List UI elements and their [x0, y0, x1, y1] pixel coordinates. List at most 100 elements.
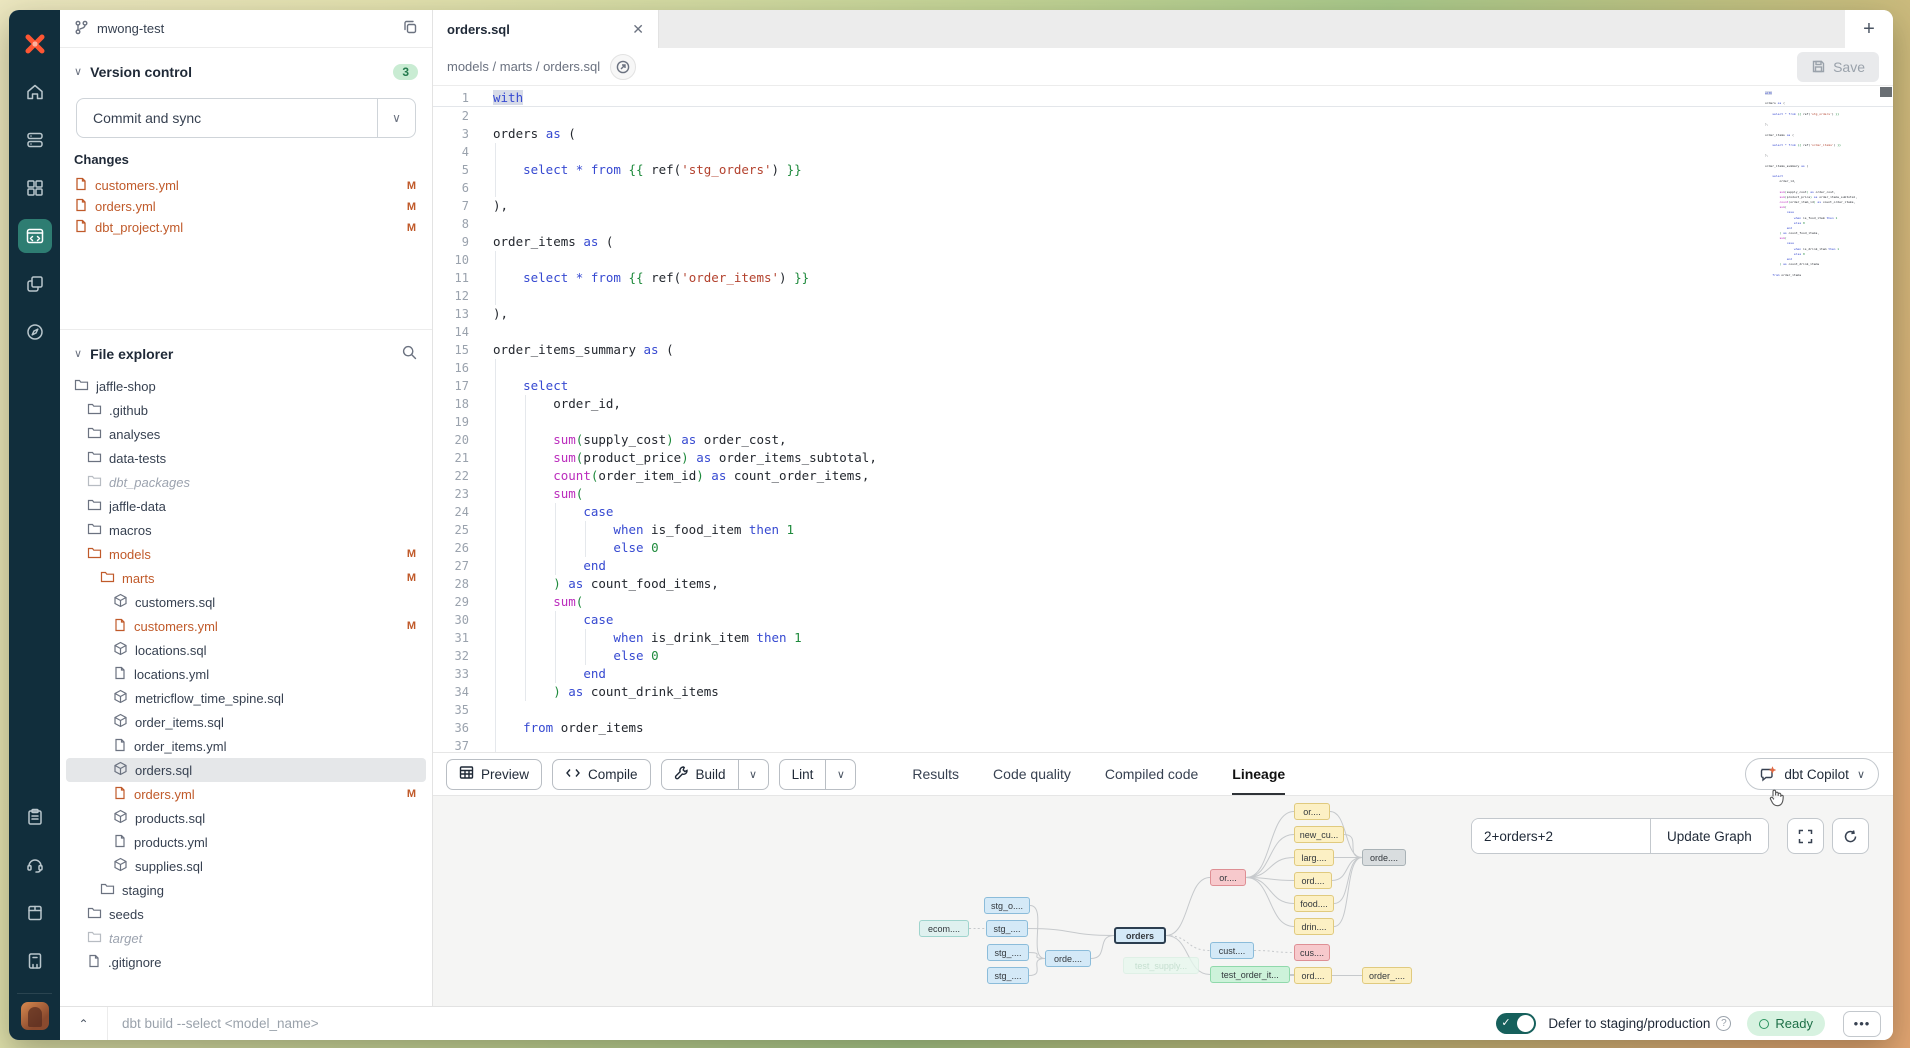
collapse-chevron-icon[interactable]: ∨	[74, 65, 82, 78]
code-line-13[interactable]: 13),	[433, 305, 1893, 323]
support-headset-icon[interactable]	[18, 848, 52, 882]
compile-button[interactable]: Compile	[552, 759, 651, 790]
explore-compass-icon[interactable]	[18, 315, 52, 349]
changed-file-row[interactable]: dbt_project.ymlM	[74, 217, 418, 238]
save-button[interactable]: Save	[1797, 52, 1879, 82]
more-options-button[interactable]: •••	[1843, 1011, 1881, 1037]
lineage-node-cust[interactable]: cust....	[1210, 942, 1254, 959]
code-line-19[interactable]: 19	[433, 413, 1893, 431]
lineage-node-stg2[interactable]: stg_....	[986, 920, 1028, 937]
code-line-3[interactable]: 3orders as (	[433, 125, 1893, 143]
lineage-node-orders[interactable]: orders	[1114, 927, 1166, 944]
lineage-node-yfar[interactable]: order_....	[1362, 967, 1412, 984]
copy-branch-icon[interactable]	[402, 19, 418, 38]
preview-button[interactable]: Preview	[446, 759, 542, 790]
code-line-36[interactable]: 36 from order_items	[433, 719, 1893, 737]
changed-file-row[interactable]: orders.ymlM	[74, 196, 418, 217]
tab-compiled-code[interactable]: Compiled code	[1105, 753, 1198, 795]
code-line-14[interactable]: 14	[433, 323, 1893, 341]
tab-results[interactable]: Results	[912, 753, 959, 795]
defer-toggle[interactable]: ✓	[1496, 1013, 1536, 1034]
code-line-20[interactable]: 20 sum(supply_cost) as order_cost,	[433, 431, 1893, 449]
tree-item--gitignore[interactable]: .gitignore	[66, 950, 426, 974]
apps-grid-icon[interactable]	[18, 171, 52, 205]
tree-item-data-tests[interactable]: data-tests	[66, 446, 426, 470]
tree-item-macros[interactable]: macros	[66, 518, 426, 542]
code-line-26[interactable]: 26 else 0	[433, 539, 1893, 557]
lineage-node-stg4[interactable]: stg_....	[987, 967, 1029, 984]
lineage-node-orpink[interactable]: or....	[1210, 869, 1246, 886]
tree-item-customers-yml[interactable]: customers.ymlM	[66, 614, 426, 638]
tree-item-orders-sql[interactable]: orders.sql	[66, 758, 426, 782]
dropdown-chevron-icon[interactable]: ∨	[738, 760, 768, 789]
tree-item-order-items-yml[interactable]: order_items.yml	[66, 734, 426, 758]
code-line-31[interactable]: 31 when is_drink_item then 1	[433, 629, 1893, 647]
code-line-32[interactable]: 32 else 0	[433, 647, 1893, 665]
lineage-node-y4[interactable]: ord....	[1294, 872, 1332, 889]
home-icon[interactable]	[18, 75, 52, 109]
code-line-22[interactable]: 22 count(order_item_id) as count_order_i…	[433, 467, 1893, 485]
tab-lineage[interactable]: Lineage	[1232, 753, 1285, 795]
code-line-7[interactable]: 7),	[433, 197, 1893, 215]
code-line-18[interactable]: 18 order_id,	[433, 395, 1893, 413]
lineage-node-cuspink[interactable]: cus....	[1294, 944, 1330, 961]
tree-item-analyses[interactable]: analyses	[66, 422, 426, 446]
tree-item-target[interactable]: target	[66, 926, 426, 950]
tree-item-locations-sql[interactable]: locations.sql	[66, 638, 426, 662]
tab-orders-sql[interactable]: orders.sql ✕	[433, 10, 659, 48]
tree-item-order-items-sql[interactable]: order_items.sql	[66, 710, 426, 734]
tree-item-orders-yml[interactable]: orders.ymlM	[66, 782, 426, 806]
lineage-node-grey1[interactable]: orde....	[1362, 849, 1406, 866]
code-line-8[interactable]: 8	[433, 215, 1893, 233]
docs-icon[interactable]	[18, 896, 52, 930]
tree-item-models[interactable]: modelsM	[66, 542, 426, 566]
code-line-30[interactable]: 30 case	[433, 611, 1893, 629]
lineage-node-y1[interactable]: or....	[1294, 803, 1330, 820]
code-line-12[interactable]: 12	[433, 287, 1893, 305]
dbt-logo-icon[interactable]	[18, 27, 52, 61]
code-line-35[interactable]: 35	[433, 701, 1893, 719]
dbt-copilot-button[interactable]: dbt Copilot ∨	[1745, 758, 1879, 790]
code-line-17[interactable]: 17 select	[433, 377, 1893, 395]
code-line-37[interactable]: 37	[433, 737, 1893, 752]
commit-dropdown-chevron-icon[interactable]: ∨	[377, 99, 415, 137]
code-line-15[interactable]: 15order_items_summary as (	[433, 341, 1893, 359]
tree-item--github[interactable]: .github	[66, 398, 426, 422]
lineage-node-stg1[interactable]: stg_o....	[984, 897, 1030, 914]
lineage-node-testoi[interactable]: test_order_it...	[1210, 966, 1290, 983]
tree-item-products-sql[interactable]: products.sql	[66, 806, 426, 830]
code-line-2[interactable]: 2	[433, 107, 1893, 125]
tree-item-marts[interactable]: martsM	[66, 566, 426, 590]
collapse-chevron-icon[interactable]: ∨	[74, 347, 82, 360]
code-line-5[interactable]: 5 select * from {{ ref('stg_orders') }}	[433, 161, 1893, 179]
code-line-24[interactable]: 24 case	[433, 503, 1893, 521]
user-avatar[interactable]	[21, 1002, 49, 1030]
commit-and-sync-button[interactable]: Commit and sync ∨	[76, 98, 416, 138]
code-line-23[interactable]: 23 sum(	[433, 485, 1893, 503]
close-tab-icon[interactable]: ✕	[632, 21, 644, 38]
code-line-27[interactable]: 27 end	[433, 557, 1893, 575]
develop-ide-icon[interactable]	[18, 219, 52, 253]
dropdown-chevron-icon[interactable]: ∨	[825, 760, 855, 789]
code-line-6[interactable]: 6	[433, 179, 1893, 197]
lineage-node-y5[interactable]: food....	[1294, 895, 1334, 912]
code-line-34[interactable]: 34 ) as count_drink_items	[433, 683, 1893, 701]
lint-button[interactable]: Lint∨	[779, 759, 857, 790]
code-line-25[interactable]: 25 when is_food_item then 1	[433, 521, 1893, 539]
open-in-lineage-icon[interactable]	[610, 54, 636, 80]
lineage-node-orde1[interactable]: orde....	[1045, 950, 1091, 967]
code-line-11[interactable]: 11 select * from {{ ref('order_items') }…	[433, 269, 1893, 287]
lineage-node-y2[interactable]: new_cu...	[1294, 826, 1344, 843]
code-editor[interactable]: 1with23orders as (45 select * from {{ re…	[433, 86, 1893, 752]
tree-item-products-yml[interactable]: products.yml	[66, 830, 426, 854]
tasks-clipboard-icon[interactable]	[18, 800, 52, 834]
expand-command-bar-icon[interactable]: ⌃	[60, 1007, 108, 1040]
tree-item-jaffle-data[interactable]: jaffle-data	[66, 494, 426, 518]
lineage-node-y3[interactable]: larg....	[1294, 849, 1334, 866]
code-line-4[interactable]: 4	[433, 143, 1893, 161]
command-input[interactable]: dbt build --select <model_name>	[108, 1016, 1496, 1031]
code-line-33[interactable]: 33 end	[433, 665, 1893, 683]
tree-item-dbt-packages[interactable]: dbt_packages	[66, 470, 426, 494]
update-graph-button[interactable]: Update Graph	[1650, 819, 1768, 853]
lineage-node-ghost[interactable]: test_supply...	[1123, 957, 1199, 974]
